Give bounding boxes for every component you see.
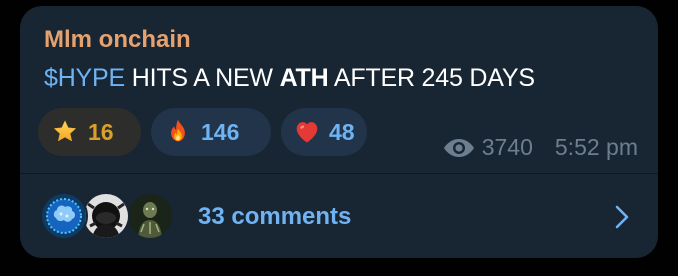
reaction-fire-count: 146 <box>201 118 240 145</box>
reaction-heart-button[interactable]: 48 <box>281 108 367 156</box>
heart-icon <box>293 117 321 147</box>
comments-button[interactable]: 33 comments <box>20 174 658 258</box>
post-meta: 3740 5:52 pm <box>442 134 638 161</box>
chevron-right-icon[interactable] <box>614 204 630 235</box>
avatar <box>40 192 88 240</box>
reaction-fire-button[interactable]: 146 <box>151 108 271 156</box>
post-time: 5:52 pm <box>554 134 638 160</box>
avatar <box>82 192 130 240</box>
cashtag-link[interactable]: $HYPE <box>44 64 125 92</box>
message-text-part2: AFTER 245 DAYS <box>328 64 535 92</box>
post-message: $HYPE HITS A NEW ATH AFTER 245 DAYS <box>44 64 535 93</box>
eye-icon <box>442 137 476 159</box>
comments-count-label: 33 comments <box>198 203 352 230</box>
message-text-part1: HITS A NEW <box>124 64 280 92</box>
avatar <box>126 192 174 240</box>
reactions-bar: 16 146 48 <box>38 108 367 156</box>
reaction-star-count: 16 <box>88 118 114 145</box>
view-count: 3740 <box>481 134 533 160</box>
reaction-heart-count: 48 <box>329 118 355 145</box>
fire-icon <box>163 117 193 147</box>
channel-post-bubble: Mlm onchain $HYPE HITS A NEW ATH AFTER 2… <box>20 6 658 258</box>
commenter-avatars <box>40 192 175 240</box>
reaction-star-button[interactable]: 16 <box>38 108 141 156</box>
message-text-bold: ATH <box>279 64 329 92</box>
post-author[interactable]: Mlm onchain <box>44 26 191 54</box>
star-icon <box>50 117 80 147</box>
